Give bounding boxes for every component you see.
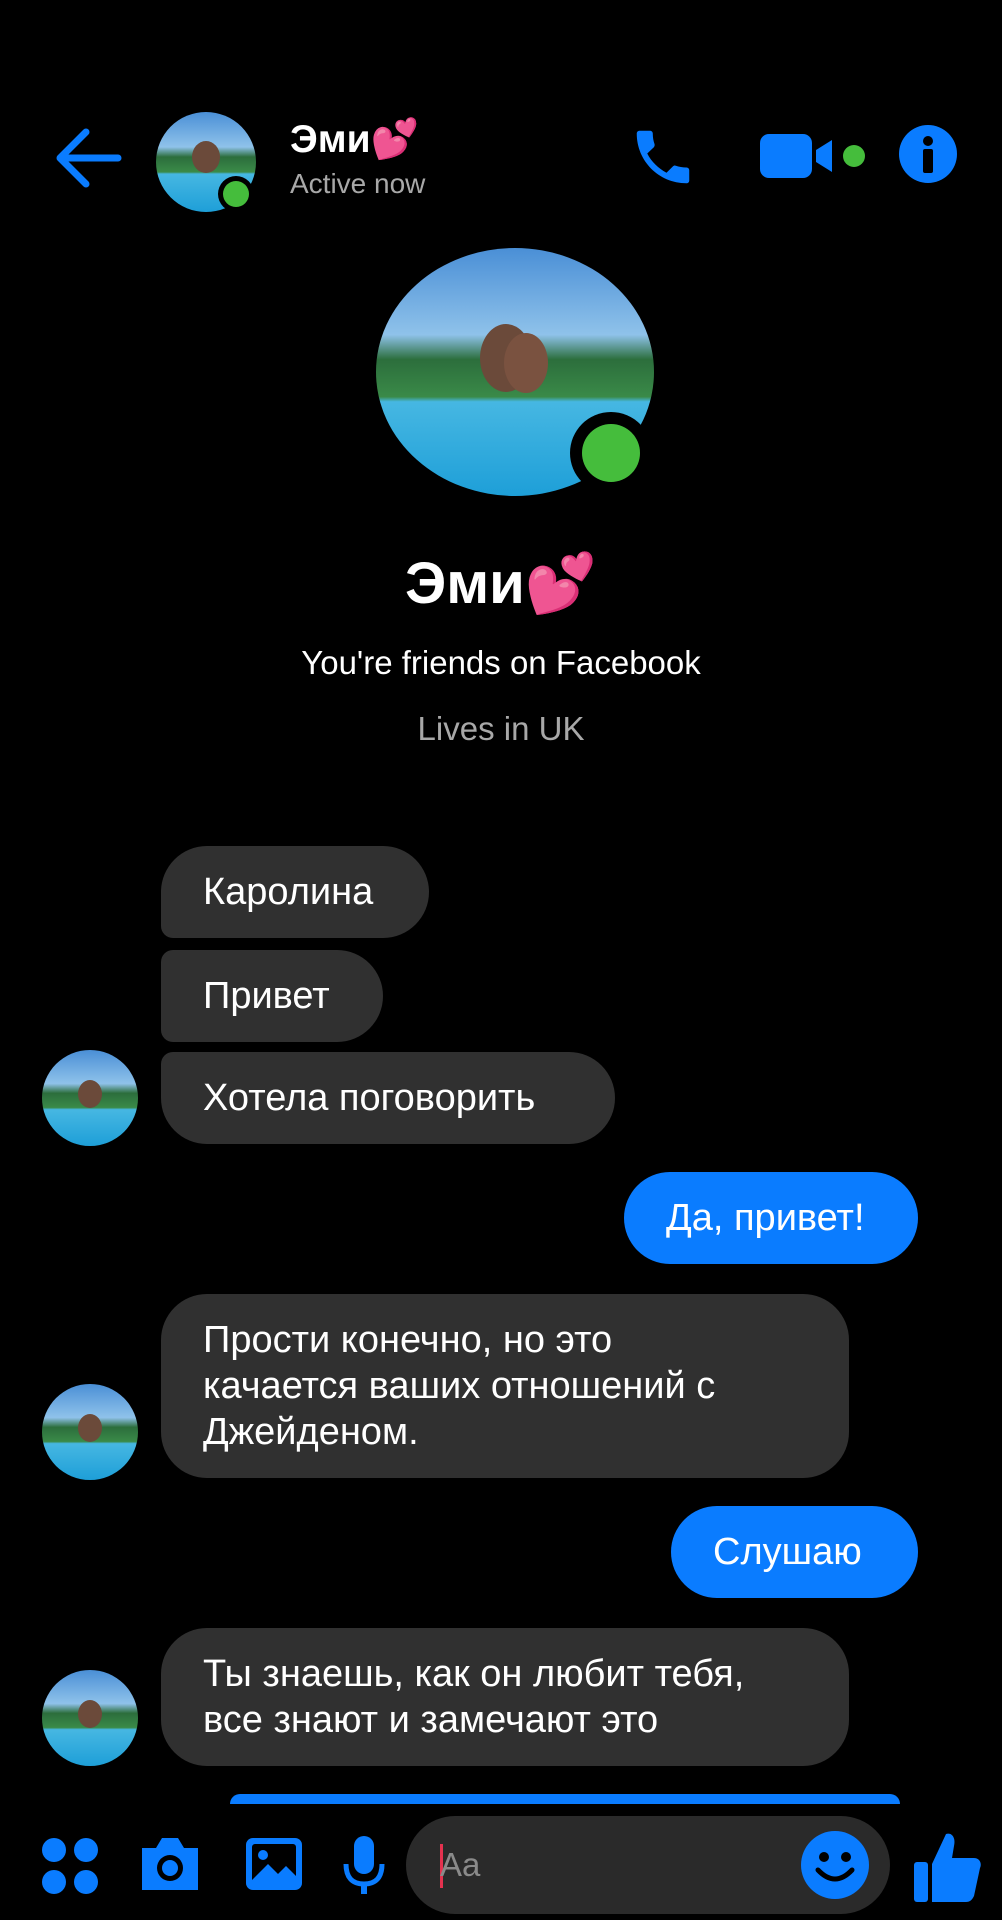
- back-arrow-icon: [56, 128, 122, 188]
- video-icon: [760, 134, 865, 178]
- microphone-icon: [343, 1836, 385, 1894]
- profile-online-indicator: [570, 412, 652, 494]
- sender-avatar[interactable]: [42, 1384, 138, 1480]
- voice-button[interactable]: [340, 1834, 388, 1898]
- friends-status: You're friends on Facebook: [301, 644, 701, 681]
- apps-button[interactable]: [40, 1836, 100, 1896]
- message-bubble[interactable]: Ты знаешь, как он любит тебя, все знают …: [161, 1628, 849, 1766]
- location-text: Lives in UK: [417, 710, 585, 747]
- camera-icon: [142, 1838, 198, 1890]
- video-call-button[interactable]: [758, 128, 868, 188]
- message-bubble[interactable]: Хотела поговорить: [161, 1052, 615, 1144]
- info-icon: [899, 125, 957, 183]
- message-bubble[interactable]: Прости конечно, но это качается ваших от…: [161, 1294, 849, 1478]
- sender-avatar[interactable]: [42, 1050, 138, 1146]
- message-bubble-mine[interactable]: Слушаю: [671, 1506, 918, 1598]
- gallery-icon: [246, 1838, 302, 1890]
- message-input-placeholder: Aa: [440, 1846, 481, 1883]
- profile-name: Эми💕: [404, 551, 598, 616]
- online-indicator: [218, 176, 254, 212]
- phone-icon: [636, 130, 690, 184]
- message-bubble[interactable]: Каролина: [161, 846, 429, 938]
- emoji-icon: [801, 1831, 869, 1899]
- camera-button[interactable]: [138, 1834, 202, 1894]
- message-bubble[interactable]: Привет: [161, 950, 383, 1042]
- sender-avatar[interactable]: [42, 1670, 138, 1766]
- message-bubble-mine-partial[interactable]: [230, 1794, 900, 1804]
- gallery-button[interactable]: [244, 1836, 304, 1892]
- info-button[interactable]: [898, 124, 958, 184]
- emoji-button[interactable]: [800, 1830, 870, 1900]
- header-status: Active now: [290, 168, 426, 199]
- thumbs-up-icon: [914, 1833, 981, 1902]
- like-button[interactable]: [912, 1830, 982, 1904]
- apps-grid-icon: [42, 1838, 98, 1894]
- call-button[interactable]: [628, 122, 698, 192]
- header-contact-name[interactable]: Эми💕: [290, 116, 419, 162]
- back-button[interactable]: [52, 122, 124, 194]
- message-bubble-mine[interactable]: Да, привет!: [624, 1172, 918, 1264]
